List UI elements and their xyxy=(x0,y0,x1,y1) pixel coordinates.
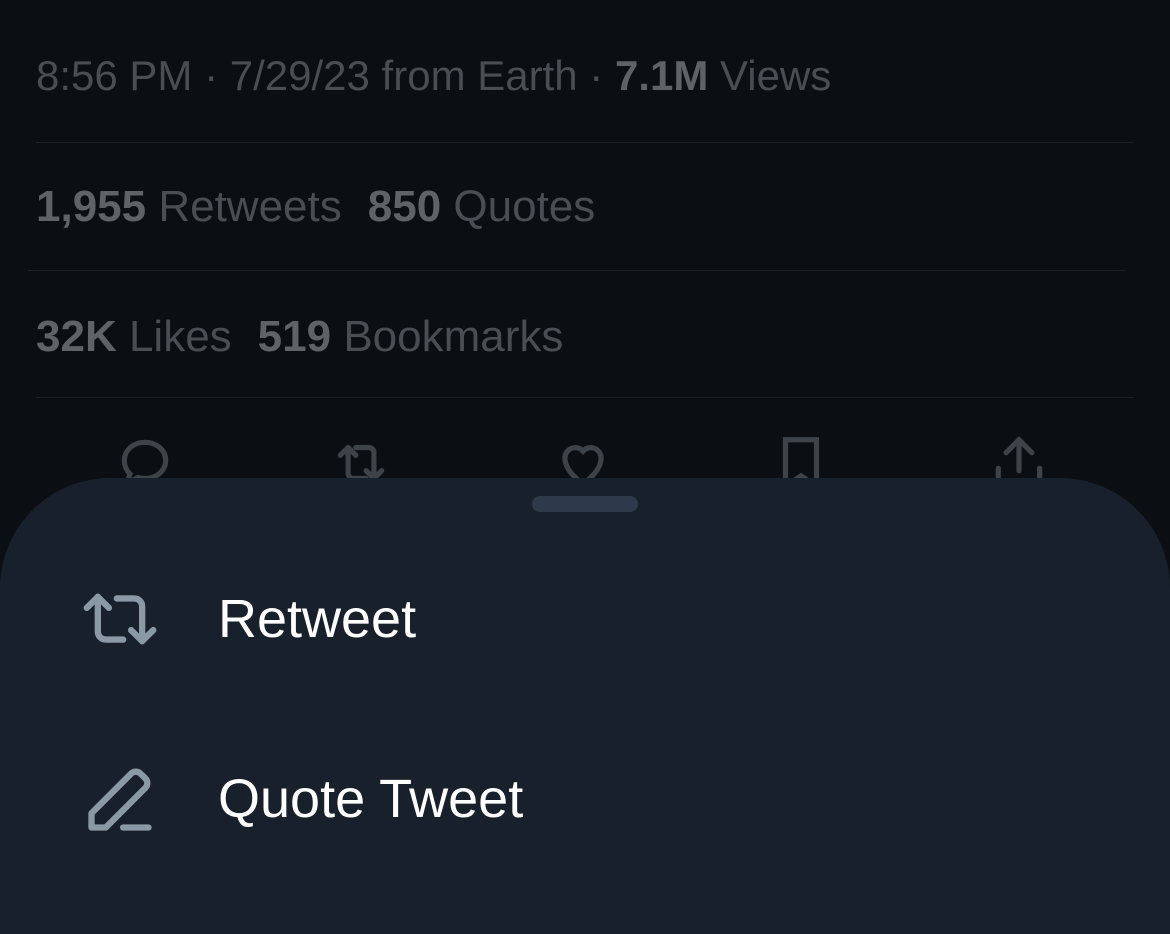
quote-tweet-option-label: Quote Tweet xyxy=(218,769,524,829)
quotes-count: 850 xyxy=(367,182,442,231)
retweet-quote-stats: 1,955 Retweets 850 Quotes xyxy=(36,182,595,232)
likes-count: 32K xyxy=(36,312,117,361)
bookmarks-stat[interactable]: 519 Bookmarks xyxy=(258,312,564,361)
bookmarks-count: 519 xyxy=(257,312,332,361)
divider xyxy=(36,397,1134,398)
sheet-grabber[interactable] xyxy=(532,496,638,512)
views-count: 7.1M xyxy=(614,52,709,99)
tweet-date: 7/29/23 xyxy=(229,52,370,99)
views-label: Views xyxy=(708,52,832,99)
tweet-time: 8:56 PM xyxy=(36,52,193,99)
retweets-count: 1,955 xyxy=(36,182,147,231)
retweet-icon xyxy=(82,581,158,657)
meta-separator: · xyxy=(577,52,615,99)
tweet-detail-screen: 8:56 PM · 7/29/23 from Earth · 7.1M View… xyxy=(0,0,1170,934)
retweets-label: Retweets xyxy=(146,182,342,231)
retweet-option[interactable]: Retweet xyxy=(0,544,1170,694)
tweet-source: from Earth xyxy=(369,52,578,99)
quotes-label: Quotes xyxy=(441,182,596,231)
bookmarks-label: Bookmarks xyxy=(331,312,564,361)
quote-tweet-option[interactable]: Quote Tweet xyxy=(0,724,1170,874)
tweet-meta: 8:56 PM · 7/29/23 from Earth · 7.1M View… xyxy=(36,52,831,100)
divider xyxy=(28,270,1126,271)
retweet-option-label: Retweet xyxy=(218,589,417,649)
likes-stat[interactable]: 32K Likes xyxy=(36,312,232,361)
retweet-options-sheet: Retweet Quote Tweet xyxy=(0,478,1170,934)
retweets-stat[interactable]: 1,955 Retweets xyxy=(36,182,342,231)
quotes-stat[interactable]: 850 Quotes xyxy=(368,182,596,231)
divider xyxy=(36,142,1134,143)
pencil-icon xyxy=(82,761,158,837)
likes-label: Likes xyxy=(116,312,232,361)
likes-bookmarks-stats: 32K Likes 519 Bookmarks xyxy=(36,312,563,362)
meta-separator: · xyxy=(192,52,230,99)
